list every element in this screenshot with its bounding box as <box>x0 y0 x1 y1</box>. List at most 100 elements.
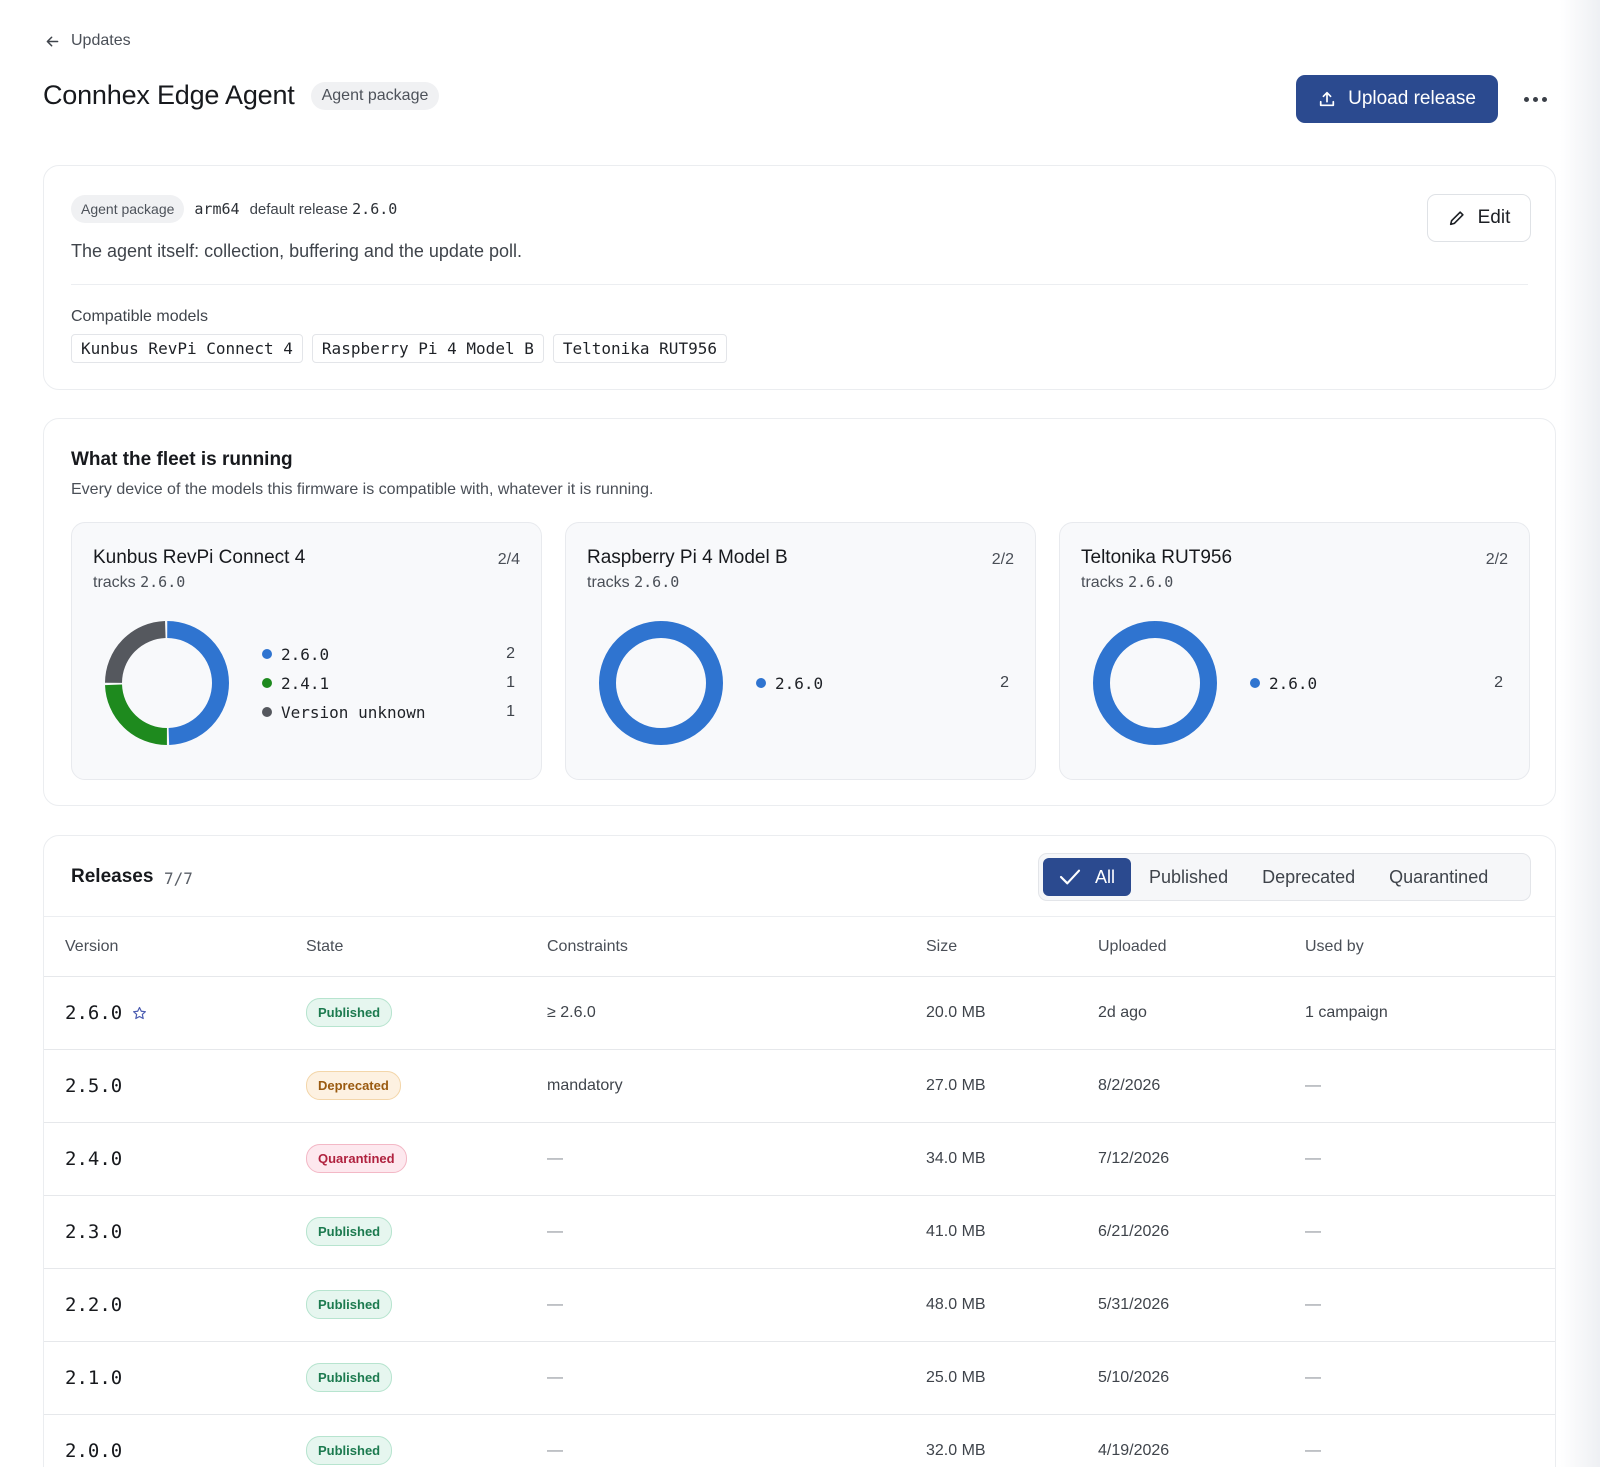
type-pill: Agent package <box>310 81 440 110</box>
compatible-models-list: Kunbus RevPi Connect 4 Raspberry Pi 4 Mo… <box>71 334 727 363</box>
more-horizontal-icon <box>1532 96 1538 102</box>
filter-tab-published[interactable]: Published <box>1133 858 1244 896</box>
release-constraints: — <box>547 1223 563 1240</box>
release-version[interactable]: 2.2.0 <box>65 1294 122 1316</box>
back-link[interactable]: Updates <box>44 32 131 50</box>
compatible-models-label: Compatible models <box>71 308 208 325</box>
column-header-size[interactable]: Size <box>926 938 957 956</box>
version-donut-chart <box>105 621 229 745</box>
filter-tab-deprecated[interactable]: Deprecated <box>1246 858 1371 896</box>
release-version[interactable]: 2.6.0 <box>65 1002 147 1024</box>
table-row[interactable]: 2.3.0 Published — 41.0 MB 6/21/2026 — <box>44 1196 1555 1269</box>
table-row[interactable]: 2.6.0 Published ≥ 2.6.0 20.0 MB 2d ago 1 camp… <box>44 977 1555 1050</box>
table-row[interactable]: 2.4.0 Quarantined — 34.0 MB 7/12/2026 — <box>44 1123 1555 1196</box>
legend-label: 2.6.0 <box>1269 673 1318 693</box>
release-uploaded: 2d ago <box>1098 1004 1147 1021</box>
type-pill: Agent package <box>71 195 185 223</box>
fleet-model-ratio: 2/4 <box>497 551 520 568</box>
release-size: 25.0 MB <box>926 1369 986 1386</box>
release-used-by: 1 campaign <box>1305 1004 1388 1021</box>
release-version[interactable]: 2.1.0 <box>65 1367 122 1389</box>
release-constraints: — <box>547 1442 563 1459</box>
compatible-model-tag: Kunbus RevPi Connect 4 <box>71 334 303 363</box>
status-badge: Quarantined <box>306 1144 407 1173</box>
legend-label: Version unknown <box>281 702 426 722</box>
release-state: Deprecated <box>306 1071 401 1100</box>
release-version[interactable]: 2.0.0 <box>65 1440 122 1462</box>
legend-item: Version unknown 1 <box>262 702 515 722</box>
compatible-model-tag: Teltonika RUT956 <box>552 334 727 363</box>
status-badge: Published <box>306 1290 393 1319</box>
column-header-uploaded[interactable]: Uploaded <box>1098 938 1167 956</box>
default-release-version: 2.6.0 <box>352 200 398 218</box>
release-uploaded: 5/10/2026 <box>1098 1369 1170 1386</box>
release-filter-tabs: All Published Deprecated Quarantined <box>1038 853 1531 901</box>
compatible-model-tag: Raspberry Pi 4 Model B <box>311 334 544 363</box>
edit-button[interactable]: Edit <box>1427 194 1531 242</box>
legend-item: 2.4.1 1 <box>262 673 515 693</box>
fleet-model-tracks: tracks 2.6.0 <box>587 573 680 591</box>
status-badge: Deprecated <box>306 1071 401 1100</box>
release-version[interactable]: 2.3.0 <box>65 1221 122 1243</box>
filter-tab-quarantined[interactable]: Quarantined <box>1373 858 1504 896</box>
table-row[interactable]: 2.2.0 Published — 48.0 MB 5/31/2026 — <box>44 1269 1555 1342</box>
release-version[interactable]: 2.5.0 <box>65 1075 122 1097</box>
release-version[interactable]: 2.4.0 <box>65 1148 122 1170</box>
fleet-model-tracks: tracks 2.6.0 <box>1081 573 1174 591</box>
package-summary-card: Agent package arm64 default release 2.6.… <box>43 165 1556 390</box>
status-badge: Published <box>306 1363 393 1392</box>
legend-count: 1 <box>506 674 515 691</box>
upload-release-button[interactable]: Upload release <box>1296 75 1498 123</box>
legend-dot <box>262 649 272 659</box>
fleet-model-card: Teltonika RUT956 2/2 tracks 2.6.0 2.6.0 2 <box>1059 522 1530 780</box>
release-used-by: — <box>1305 1077 1321 1094</box>
page-title: Connhex Edge Agent <box>43 80 295 110</box>
release-used-by: — <box>1305 1369 1321 1386</box>
upload-icon <box>1319 91 1335 107</box>
release-uploaded: 4/19/2026 <box>1098 1442 1170 1459</box>
status-badge: Published <box>306 998 393 1027</box>
fleet-card: What the fleet is running Every device o… <box>43 418 1556 806</box>
edit-label: Edit <box>1477 207 1511 228</box>
donut-slice <box>599 621 723 745</box>
status-badge: Published <box>306 1217 393 1246</box>
release-state: Published <box>306 998 393 1027</box>
releases-title: Releases <box>71 866 154 887</box>
legend-count: 2 <box>1000 674 1009 691</box>
filter-tab-label: All <box>1095 866 1116 887</box>
release-constraints: — <box>547 1150 563 1167</box>
release-state: Published <box>306 1363 393 1392</box>
status-badge: Published <box>306 1436 393 1465</box>
legend-count: 2 <box>1494 674 1503 691</box>
fleet-model-ratio: 2/2 <box>991 551 1014 568</box>
legend-label: 2.6.0 <box>775 673 824 693</box>
legend-dot <box>1250 678 1260 688</box>
release-constraints: — <box>547 1369 563 1386</box>
table-row[interactable]: 2.1.0 Published — 25.0 MB 5/10/2026 — <box>44 1342 1555 1415</box>
release-state: Published <box>306 1290 393 1319</box>
table-row[interactable]: 2.0.0 Published — 32.0 MB 4/19/2026 — <box>44 1415 1555 1467</box>
package-description: The agent itself: collection, buffering … <box>71 241 522 261</box>
release-uploaded: 7/12/2026 <box>1098 1150 1170 1167</box>
release-size: 32.0 MB <box>926 1442 986 1459</box>
column-header-used-by[interactable]: Used by <box>1305 938 1364 956</box>
filter-tab-label: Deprecated <box>1262 866 1356 887</box>
arch-label: arm64 <box>194 200 240 218</box>
release-used-by: — <box>1305 1150 1321 1167</box>
more-options-button[interactable] <box>1520 84 1550 114</box>
fleet-model-tracks: tracks 2.6.0 <box>93 573 186 591</box>
column-header-version[interactable]: Version <box>65 938 118 956</box>
back-link-label: Updates <box>71 32 131 49</box>
column-header-constraints[interactable]: Constraints <box>547 938 628 956</box>
pencil-icon <box>1449 211 1464 226</box>
releases-card: Releases 7/7 All Published Deprecated Qu… <box>43 835 1556 1467</box>
release-state: Quarantined <box>306 1144 407 1173</box>
release-constraints: ≥ 2.6.0 <box>547 1004 596 1021</box>
table-row[interactable]: 2.5.0 Deprecated mandatory 27.0 MB 8/2/2026 — <box>44 1050 1555 1123</box>
legend-dot <box>756 678 766 688</box>
page-edge-shadow <box>1560 0 1600 1467</box>
release-state: Published <box>306 1217 393 1246</box>
filter-tab-all[interactable]: All <box>1043 858 1132 896</box>
release-uploaded: 6/21/2026 <box>1098 1223 1170 1240</box>
column-header-state[interactable]: State <box>306 938 343 956</box>
